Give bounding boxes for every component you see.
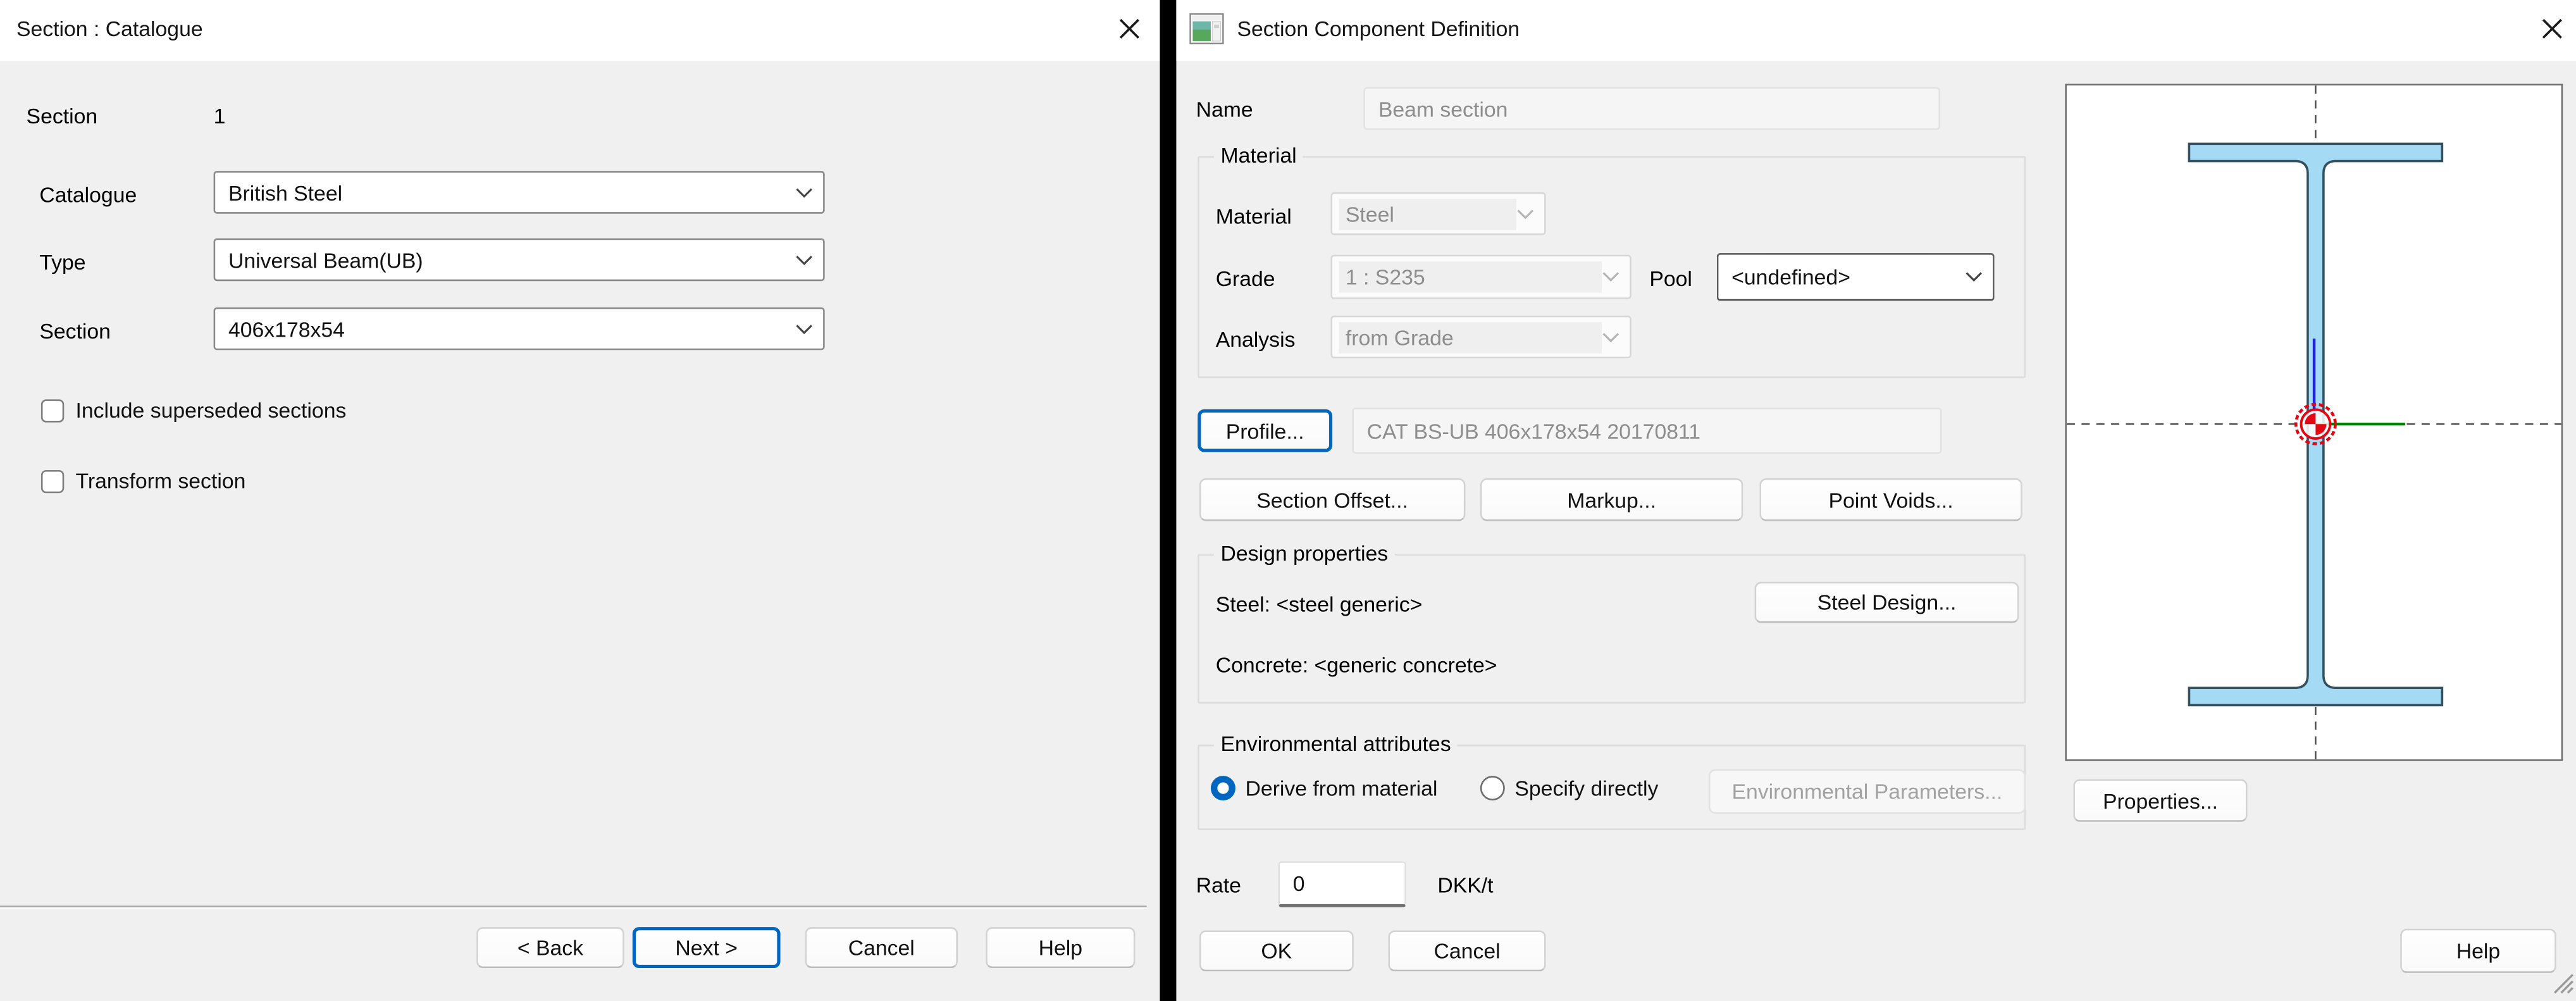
button-separator — [0, 905, 1147, 907]
i-beam-drawing — [2067, 85, 2561, 759]
derive-from-material-radio[interactable]: Derive from material — [1211, 776, 1437, 800]
grade-select: 1 : S235 — [1331, 255, 1632, 299]
screen: Section : Catalogue Section 1 Catalogue … — [0, 0, 2576, 1001]
rate-label: Rate — [1196, 873, 1241, 897]
transform-section-label: Transform section — [75, 468, 245, 493]
chevron-down-icon — [795, 187, 814, 198]
profile-button[interactable]: Profile... — [1198, 409, 1332, 452]
help-button[interactable]: Help — [986, 927, 1135, 968]
chevron-down-icon — [795, 254, 814, 265]
catalogue-label: Catalogue — [39, 182, 137, 207]
radio-selected-icon — [1211, 776, 1235, 800]
analysis-label: Analysis — [1216, 327, 1296, 352]
include-superseded-checkbox[interactable]: Include superseded sections — [41, 398, 346, 423]
close-icon[interactable] — [1115, 15, 1143, 42]
steel-design-button[interactable]: Steel Design... — [1755, 582, 2019, 623]
material-select: Steel — [1331, 192, 1546, 235]
grade-label: Grade — [1216, 266, 1275, 291]
specify-directly-radio[interactable]: Specify directly — [1480, 776, 1659, 800]
profile-field: CAT BS-UB 406x178x54 20170811 — [1352, 407, 1941, 454]
rate-input[interactable]: 0 — [1278, 861, 1406, 907]
derive-from-material-label: Derive from material — [1245, 776, 1437, 800]
cancel-button[interactable]: Cancel — [1388, 930, 1545, 971]
include-superseded-label: Include superseded sections — [75, 398, 346, 423]
window-divider — [1160, 0, 1176, 1001]
name-field[interactable]: Beam section — [1363, 87, 1940, 130]
section-number-label: Section — [27, 104, 98, 128]
environmental-attributes-title: Environmental attributes — [1214, 731, 1458, 756]
section-number-value: 1 — [214, 104, 226, 128]
chevron-down-icon — [1602, 331, 1620, 342]
specify-directly-label: Specify directly — [1514, 776, 1658, 800]
section-select[interactable]: 406x178x54 — [214, 308, 825, 351]
analysis-select: from Grade — [1331, 316, 1632, 359]
chevron-down-icon — [795, 323, 814, 334]
name-label: Name — [1196, 97, 1253, 121]
design-properties-title: Design properties — [1214, 541, 1394, 566]
concrete-design-text: Concrete: <generic concrete> — [1216, 652, 1497, 677]
next-button[interactable]: Next > — [633, 927, 781, 968]
cancel-button[interactable]: Cancel — [805, 927, 958, 968]
resize-grip-icon[interactable] — [2549, 970, 2574, 1000]
chevron-down-icon — [1965, 271, 1983, 283]
design-properties-group: Design properties — [1198, 554, 2026, 703]
left-titlebar: Section : Catalogue — [0, 0, 1160, 61]
chevron-down-icon — [1602, 271, 1620, 283]
chevron-down-icon — [1516, 208, 1535, 220]
help-button[interactable]: Help — [2400, 929, 2556, 973]
ok-button[interactable]: OK — [1199, 930, 1354, 971]
back-button[interactable]: < Back — [476, 927, 624, 968]
close-icon[interactable] — [2538, 15, 2566, 42]
right-titlebar: Section Component Definition — [1176, 0, 2576, 61]
radio-icon — [1480, 776, 1505, 800]
transform-section-checkbox[interactable]: Transform section — [41, 468, 245, 493]
properties-button[interactable]: Properties... — [2073, 779, 2247, 822]
steel-design-text: Steel: <steel generic> — [1216, 592, 1423, 616]
left-dialog-title: Section : Catalogue — [16, 16, 203, 41]
pool-label: Pool — [1649, 266, 1692, 291]
type-select[interactable]: Universal Beam(UB) — [214, 239, 825, 282]
checkbox-icon — [41, 469, 64, 492]
section-component-definition-dialog: Section Component Definition Name Beam s… — [1176, 0, 2576, 1001]
material-group-title: Material — [1214, 143, 1303, 168]
material-label: Material — [1216, 204, 1292, 228]
right-dialog-title: Section Component Definition — [1237, 16, 1520, 41]
section-select-label: Section — [39, 319, 111, 344]
section-catalogue-dialog: Section : Catalogue Section 1 Catalogue … — [0, 0, 1161, 1001]
centroid-marker-icon — [2296, 404, 2335, 444]
markup-button[interactable]: Markup... — [1480, 478, 1743, 521]
section-offset-button[interactable]: Section Offset... — [1199, 478, 1466, 521]
point-voids-button[interactable]: Point Voids... — [1759, 478, 2022, 521]
rate-unit-label: DKK/t — [1437, 873, 1493, 897]
catalogue-select[interactable]: British Steel — [214, 171, 825, 214]
app-icon — [1189, 13, 1224, 49]
checkbox-icon — [41, 399, 64, 421]
pool-select[interactable]: <undefined> — [1717, 253, 1995, 301]
section-preview — [2065, 84, 2563, 761]
environmental-parameters-button: Environmental Parameters... — [1709, 769, 2026, 814]
type-label: Type — [39, 250, 85, 275]
